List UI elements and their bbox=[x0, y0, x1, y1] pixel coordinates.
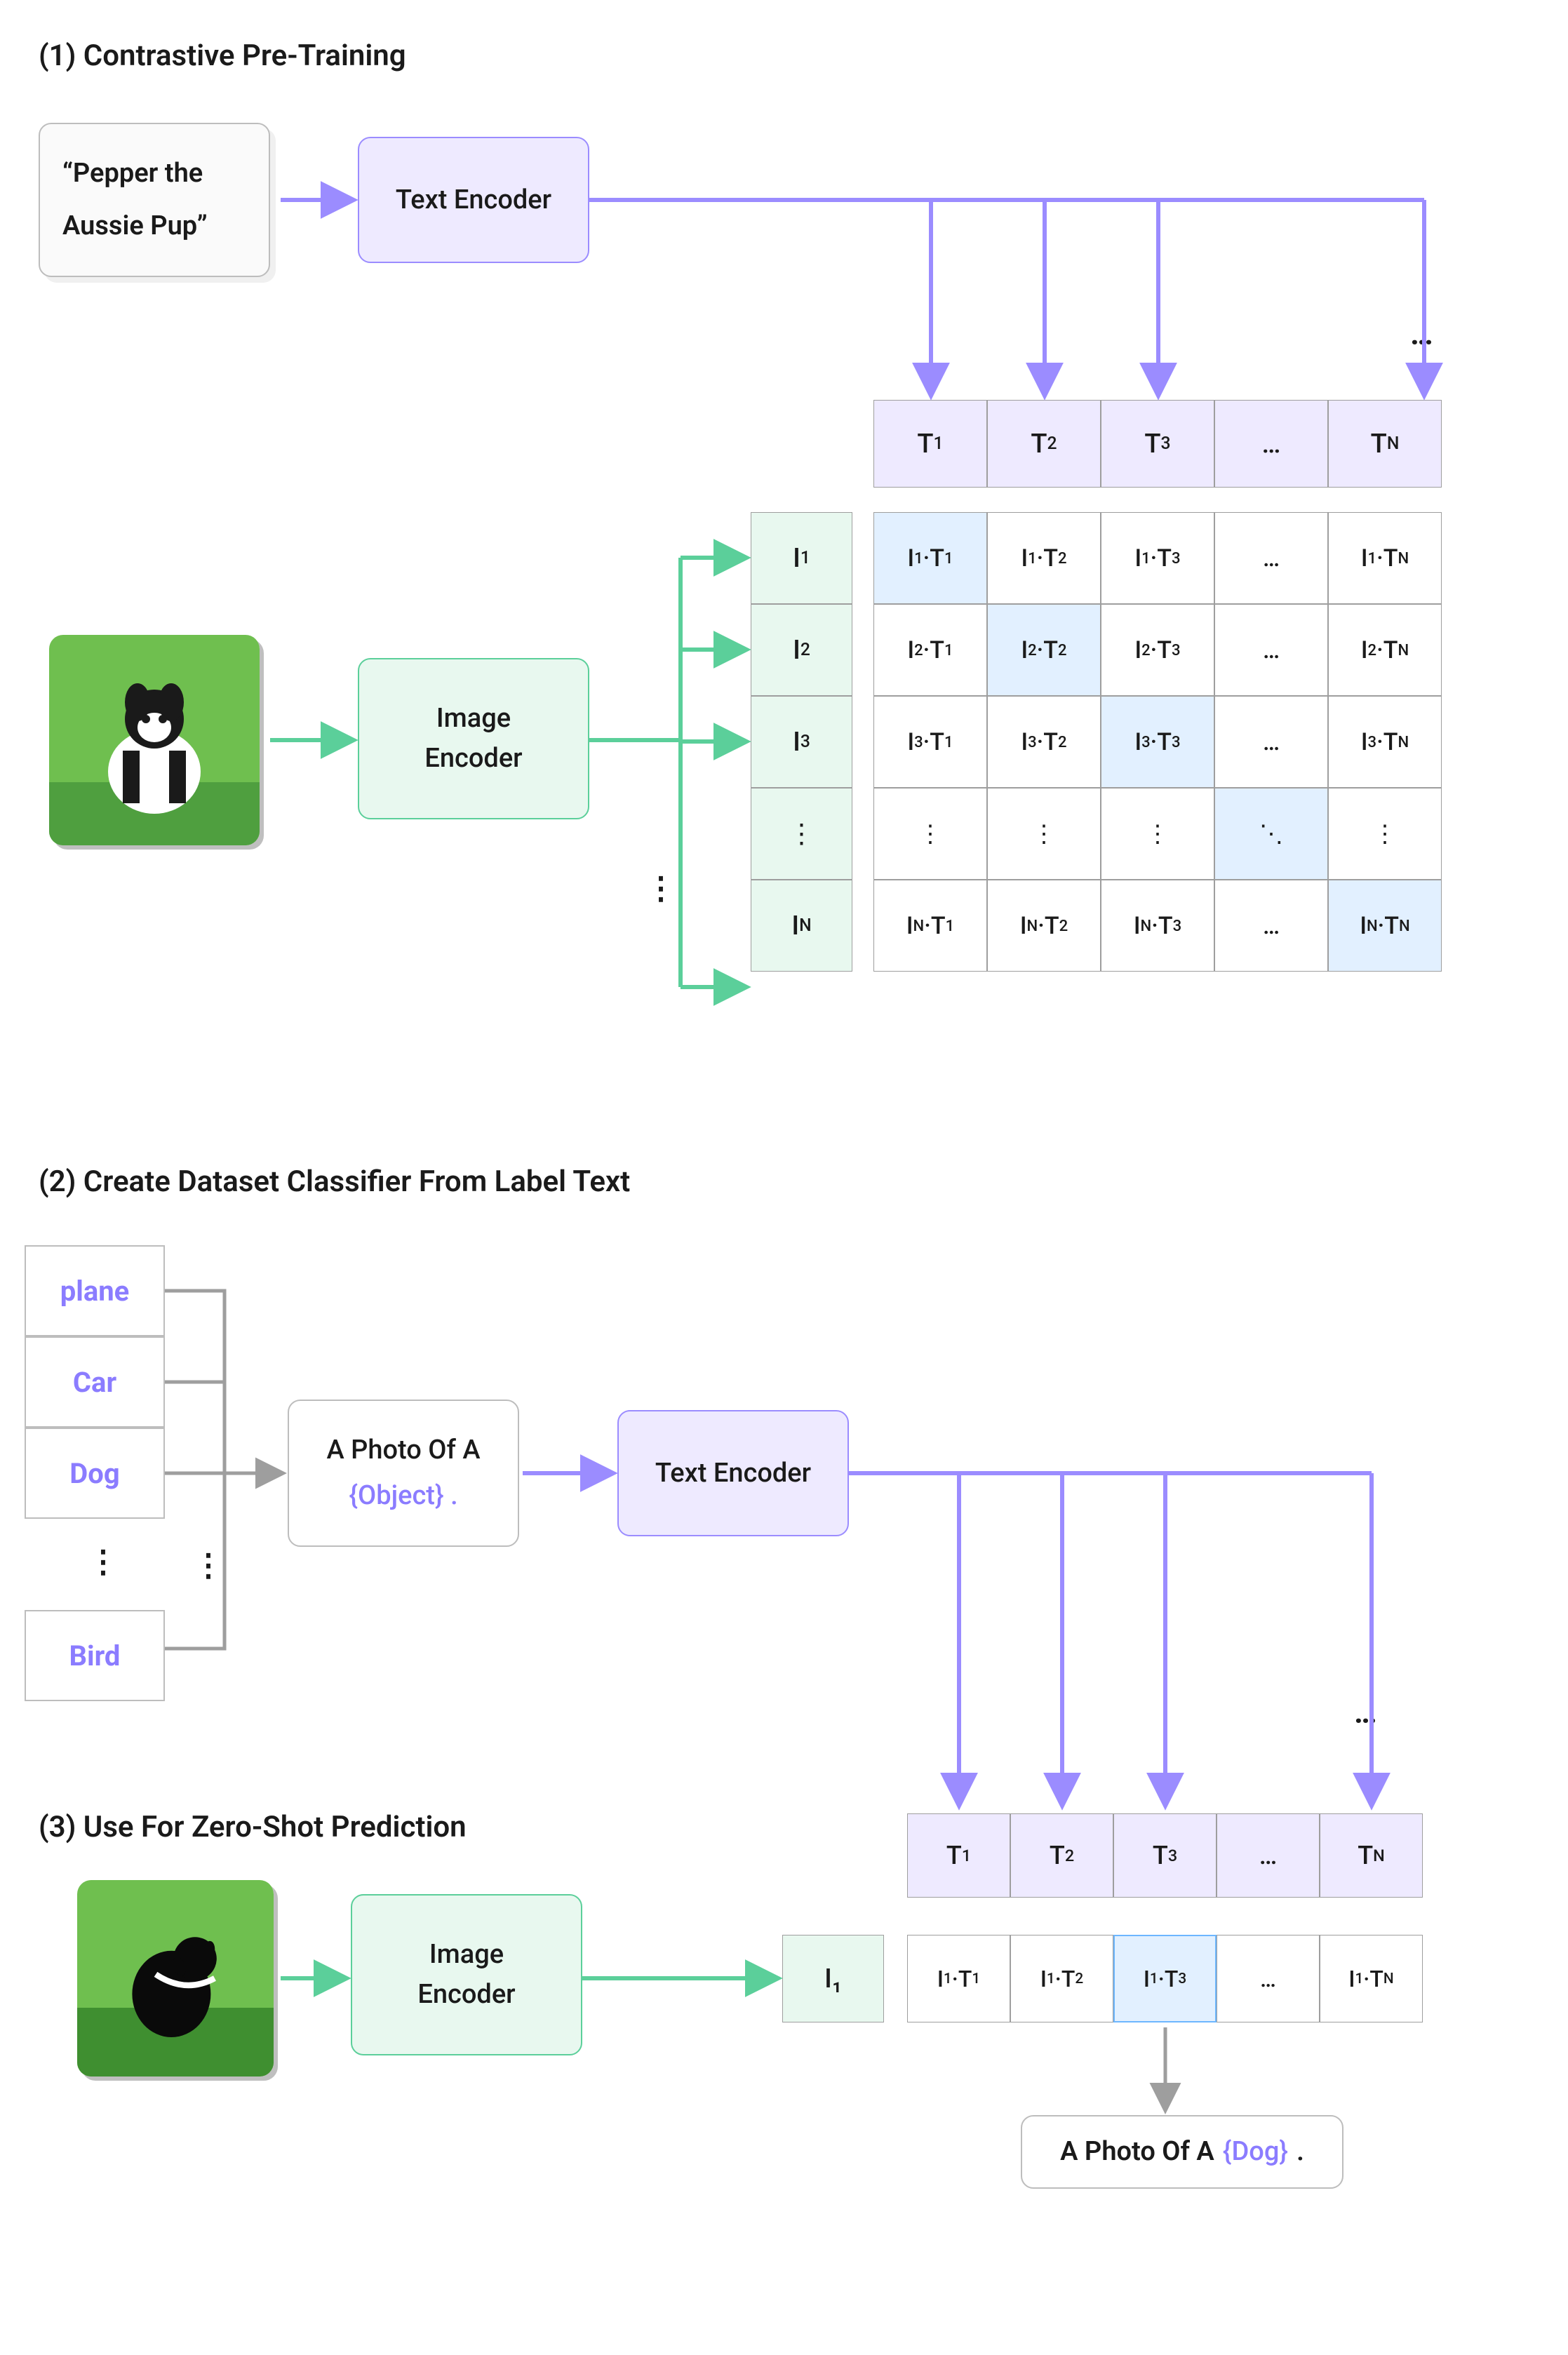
section-1-title: (1) Contrastive Pre-Training bbox=[39, 39, 406, 73]
zeroshot-t-head-2: T3 bbox=[1113, 1813, 1217, 1898]
text-encoder-box: Text Encoder bbox=[358, 137, 589, 263]
i-head-1: I2 bbox=[751, 604, 852, 696]
zeroshot-cell-2: I1·T3 bbox=[1113, 1935, 1217, 2022]
zeroshot-cell-3: … bbox=[1217, 1935, 1320, 2022]
matrix-cell-2-2: I3·T3 bbox=[1101, 696, 1214, 788]
matrix-cell-1-3: … bbox=[1214, 604, 1328, 696]
matrix-cell-3-1: ⋮ bbox=[987, 788, 1101, 880]
zeroshot-cell-4: I1·TN bbox=[1320, 1935, 1423, 2022]
text-input-line2: Aussie Pup” bbox=[62, 206, 208, 246]
prompt-template-box: A Photo Of A {Object} . bbox=[288, 1400, 519, 1547]
zeroshot-cell-0: I1·T1 bbox=[907, 1935, 1010, 2022]
matrix-cell-4-4: IN·TN bbox=[1328, 880, 1442, 972]
matrix-cell-1-1: I2·T2 bbox=[987, 604, 1101, 696]
i-head-0: I1 bbox=[751, 512, 852, 604]
ellipsis-labels: ⋮ bbox=[193, 1547, 227, 1583]
label-cell-plane: plane bbox=[25, 1245, 165, 1336]
section-2-title: (2) Create Dataset Classifier From Label… bbox=[39, 1165, 630, 1199]
zeroshot-t-head-0: T1 bbox=[907, 1813, 1010, 1898]
matrix-cell-1-4: I2·TN bbox=[1328, 604, 1442, 696]
matrix-cell-0-3: … bbox=[1214, 512, 1328, 604]
matrix-cell-2-4: I3·TN bbox=[1328, 696, 1442, 788]
t-head-2: T3 bbox=[1101, 400, 1214, 488]
matrix-cell-2-3: … bbox=[1214, 696, 1328, 788]
image-encoder-box-2: Image Encoder bbox=[351, 1894, 582, 2055]
result-pre: A Photo Of A bbox=[1060, 2132, 1214, 2172]
label-cell-car: Car bbox=[25, 1336, 165, 1428]
matrix-cell-3-4: ⋮ bbox=[1328, 788, 1442, 880]
matrix-cell-0-2: I1·T3 bbox=[1101, 512, 1214, 604]
matrix-cell-4-3: … bbox=[1214, 880, 1328, 972]
i-head-3: ⋮ bbox=[751, 788, 852, 880]
zeroshot-cell-1: I1·T2 bbox=[1010, 1935, 1113, 2022]
result-post: . bbox=[1296, 2132, 1304, 2172]
matrix-cell-1-2: I2·T3 bbox=[1101, 604, 1214, 696]
text-input-card: “Pepper the Aussie Pup” bbox=[39, 123, 270, 277]
t-head-3: … bbox=[1214, 400, 1328, 488]
i-head-2: I3 bbox=[751, 696, 852, 788]
matrix-cell-4-0: IN·T1 bbox=[873, 880, 987, 972]
zeroshot-t-head-3: … bbox=[1217, 1813, 1320, 1898]
sample-image-dog bbox=[49, 635, 260, 845]
ellipsis-t-top-1: … bbox=[1410, 316, 1436, 352]
matrix-cell-2-0: I3·T1 bbox=[873, 696, 987, 788]
zeroshot-t-head-4: TN bbox=[1320, 1813, 1423, 1898]
matrix-cell-0-0: I1·T1 bbox=[873, 512, 987, 604]
matrix-cell-4-1: IN·T2 bbox=[987, 880, 1101, 972]
t-head-4: TN bbox=[1328, 400, 1442, 488]
matrix-cell-1-0: I2·T1 bbox=[873, 604, 987, 696]
label-cell-bird: Bird bbox=[25, 1610, 165, 1701]
zeroshot-t-head-1: T2 bbox=[1010, 1813, 1113, 1898]
matrix-cell-3-3: ⋱ bbox=[1214, 788, 1328, 880]
matrix-cell-0-1: I1·T2 bbox=[987, 512, 1101, 604]
label-ellipsis: ⋮ bbox=[88, 1543, 121, 1580]
text-encoder-box-2: Text Encoder bbox=[617, 1410, 849, 1536]
image-encoder-box-1: Image Encoder bbox=[358, 658, 589, 819]
matrix-cell-2-1: I3·T2 bbox=[987, 696, 1101, 788]
prompt-line2: {Object} . bbox=[349, 1476, 457, 1516]
matrix-cell-3-2: ⋮ bbox=[1101, 788, 1214, 880]
matrix-cell-4-2: IN·T3 bbox=[1101, 880, 1214, 972]
result-obj: {Dog} bbox=[1223, 2132, 1288, 2172]
ellipsis-t-top-2: … bbox=[1354, 1694, 1380, 1731]
matrix-cell-3-0: ⋮ bbox=[873, 788, 987, 880]
t-head-0: T1 bbox=[873, 400, 987, 488]
prediction-image-dog bbox=[77, 1880, 274, 2076]
i-head-4: IN bbox=[751, 880, 852, 972]
prediction-result-box: A Photo Of A {Dog} . bbox=[1021, 2115, 1343, 2189]
ellipsis-i-side-1: ⋮ bbox=[645, 870, 679, 906]
text-input-line1: “Pepper the bbox=[62, 154, 203, 194]
zeroshot-i-head: I₁ bbox=[782, 1935, 884, 2022]
matrix-cell-0-4: I1·TN bbox=[1328, 512, 1442, 604]
label-cell-dog: Dog bbox=[25, 1428, 165, 1519]
t-head-1: T2 bbox=[987, 400, 1101, 488]
prompt-line1: A Photo Of A bbox=[326, 1430, 480, 1470]
section-3-title: (3) Use For Zero-Shot Prediction bbox=[39, 1810, 467, 1844]
